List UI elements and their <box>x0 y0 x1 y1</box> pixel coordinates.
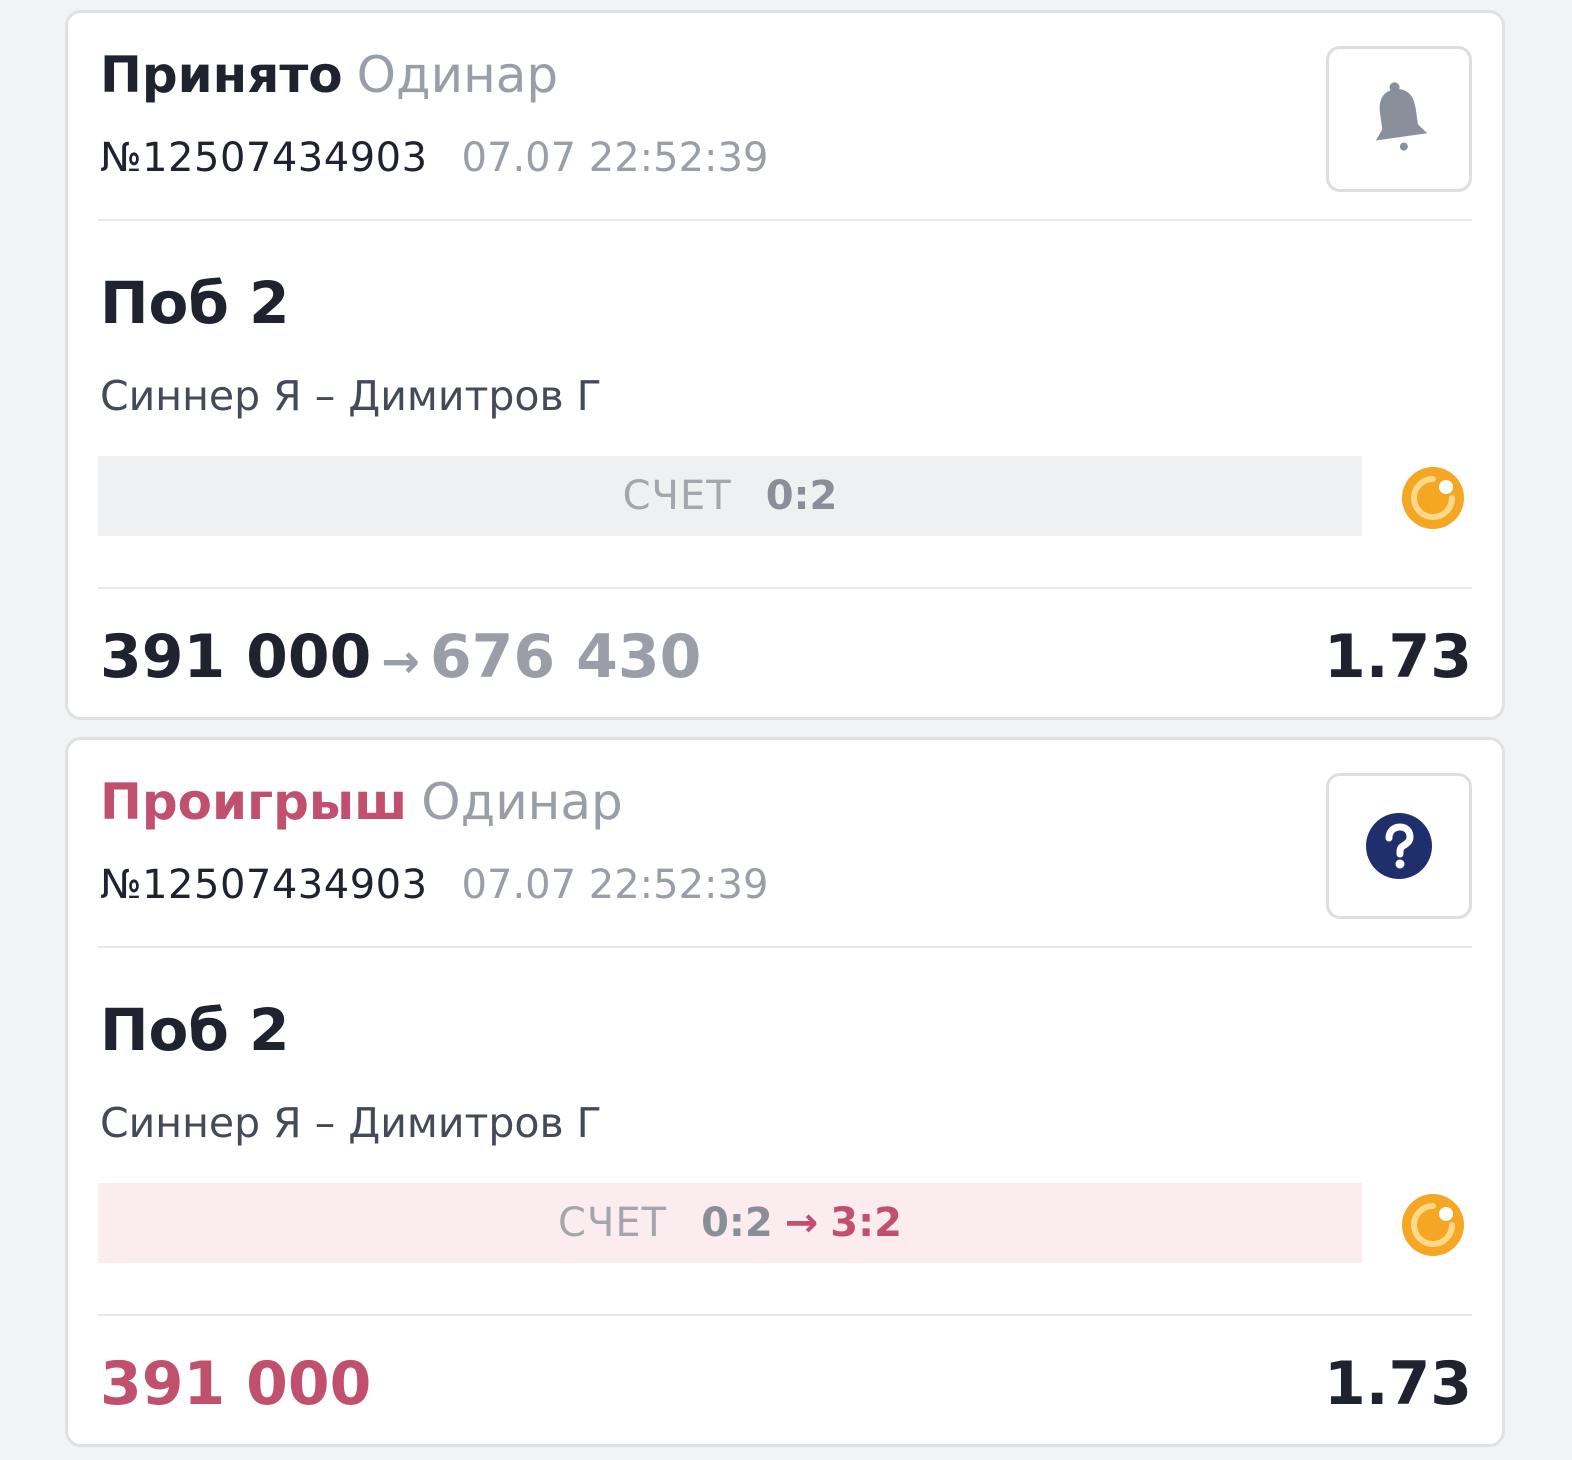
bet-type: Одинар <box>421 773 623 831</box>
help-button[interactable] <box>1326 773 1472 919</box>
card-divider <box>98 219 1472 221</box>
bet-amount: 391 000 <box>100 1346 371 1422</box>
event-name: Синнер Я – Димитров Г <box>100 1099 602 1147</box>
score-bar: СЧЕТ 0:2 <box>98 456 1362 536</box>
bet-odds: 1.73 <box>1323 622 1472 692</box>
bet-odds: 1.73 <box>1323 1349 1472 1419</box>
live-indicator-icon <box>1402 467 1464 529</box>
score-label: СЧЕТ <box>558 1200 668 1246</box>
bet-datetime: 07.07 22:52:39 <box>461 862 769 908</box>
payout-amount: 676 430 <box>429 622 702 692</box>
bet-card[interactable]: Принято Одинар №12507434903 07.07 22:52:39… <box>65 10 1505 720</box>
bet-type: Одинар <box>356 46 559 104</box>
question-icon <box>1366 813 1432 879</box>
bet-meta: №12507434903 07.07 22:52:39 <box>100 133 768 183</box>
bet-meta: №12507434903 07.07 22:52:39 <box>100 860 768 910</box>
arrow-right-icon: → <box>381 634 420 688</box>
bell-icon <box>1375 82 1428 151</box>
arrow-right-icon: → <box>784 1200 819 1246</box>
score-label: СЧЕТ <box>622 473 732 519</box>
stake-amount: 391 000 <box>100 1349 372 1419</box>
score-value: 0:2 <box>765 473 838 519</box>
bet-status: Проигрыш <box>100 773 408 831</box>
final-score-value: 3:2 <box>830 1200 902 1246</box>
bet-card[interactable]: Проигрыш Одинар №12507434903 07.07 22:52:3… <box>65 737 1505 1447</box>
card-divider <box>98 587 1472 589</box>
notifications-button[interactable] <box>1326 46 1472 192</box>
bet-outcome: Поб 2 <box>100 269 290 337</box>
bet-header: Проигрыш Одинар <box>100 772 623 832</box>
score-value: 0:2 <box>701 1200 773 1246</box>
bet-number: №12507434903 <box>100 135 428 181</box>
bet-amount: 391 000 → 676 430 <box>100 619 701 699</box>
bet-outcome: Поб 2 <box>100 996 290 1064</box>
bet-header: Принято Одинар <box>100 45 558 105</box>
stake-amount: 391 000 <box>100 622 372 692</box>
event-name: Синнер Я – Димитров Г <box>100 372 602 420</box>
score-bar: СЧЕТ 0:2 → 3:2 <box>98 1183 1362 1263</box>
card-divider <box>98 1314 1472 1316</box>
bet-datetime: 07.07 22:52:39 <box>461 135 769 181</box>
live-indicator-icon <box>1402 1194 1464 1256</box>
bet-number: №12507434903 <box>100 862 428 908</box>
bet-status: Принято <box>100 46 343 104</box>
card-divider <box>98 946 1472 948</box>
